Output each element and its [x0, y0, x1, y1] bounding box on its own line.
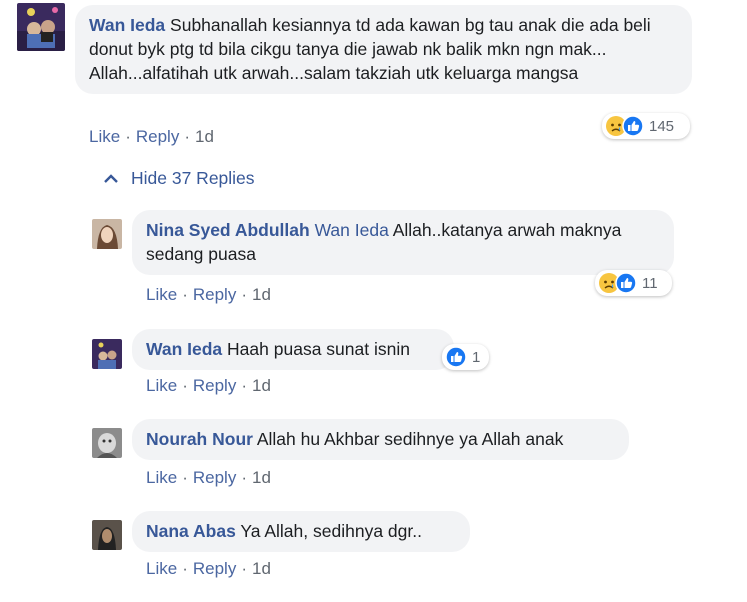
reaction-summary[interactable]: 1 [442, 344, 489, 370]
reply-text: Ya Allah, sedihnya dgr.. [240, 521, 422, 541]
reply-time[interactable]: 1d [252, 285, 271, 304]
like-link[interactable]: Like [89, 127, 120, 146]
reply-text: Haah puasa sunat isnin [227, 339, 410, 359]
comment-time[interactable]: 1d [195, 127, 214, 146]
reply-mention[interactable]: Wan Ieda [315, 220, 389, 240]
reply-actions: Like · Reply · 1d [146, 559, 271, 578]
reply-bubble: Wan Ieda Haah puasa sunat isnin [132, 329, 454, 370]
like-link[interactable]: Like [146, 559, 177, 578]
comment-text: Subhanallah kesiannya td ada kawan bg ta… [89, 15, 651, 83]
comment-bubble: Wan Ieda Subhanallah kesiannya td ada ka… [75, 5, 692, 94]
reply-author[interactable]: Nana Abas [146, 521, 236, 541]
avatar[interactable] [17, 3, 65, 51]
avatar[interactable] [92, 339, 122, 369]
hide-replies-label: Hide 37 Replies [131, 168, 255, 188]
reply-bubble: Nina Syed Abdullah Wan Ieda Allah..katan… [132, 210, 674, 275]
reply-bubble: Nourah Nour Allah hu Akhbar sedihnye ya … [132, 419, 629, 460]
avatar[interactable] [92, 428, 122, 458]
reaction-count: 145 [649, 117, 675, 135]
reply-time[interactable]: 1d [252, 376, 271, 395]
like-reaction-icon [445, 346, 467, 368]
avatar[interactable] [92, 520, 122, 550]
comment-actions: Like · Reply · 1d [89, 127, 214, 146]
reply-link[interactable]: Reply [193, 559, 236, 578]
reaction-count: 11 [642, 274, 658, 292]
reply-actions: Like · Reply · 1d [146, 285, 271, 304]
reaction-summary[interactable]: 11 [595, 270, 672, 296]
reply-link[interactable]: Reply [193, 468, 236, 487]
like-link[interactable]: Like [146, 285, 177, 304]
reply-author[interactable]: Nourah Nour [146, 429, 253, 449]
reply-time[interactable]: 1d [252, 559, 271, 578]
reply-text: Allah hu Akhbar sedihnye ya Allah anak [256, 429, 564, 449]
reply-link[interactable]: Reply [193, 285, 236, 304]
chevron-up-icon [104, 173, 118, 183]
comment-author[interactable]: Wan Ieda [89, 15, 165, 35]
like-link[interactable]: Like [146, 376, 177, 395]
reply-link[interactable]: Reply [136, 127, 179, 146]
avatar[interactable] [92, 219, 122, 249]
reply-author[interactable]: Wan Ieda [146, 339, 222, 359]
reaction-summary[interactable]: 145 [602, 113, 690, 139]
like-link[interactable]: Like [146, 468, 177, 487]
hide-replies-button[interactable]: Hide 37 Replies [103, 168, 255, 189]
like-reaction-icon [615, 272, 637, 294]
reply-actions: Like · Reply · 1d [146, 376, 271, 395]
reply-time[interactable]: 1d [252, 468, 271, 487]
reply-actions: Like · Reply · 1d [146, 468, 271, 487]
reply-bubble: Nana Abas Ya Allah, sedihnya dgr.. [132, 511, 470, 552]
reply-link[interactable]: Reply [193, 376, 236, 395]
reaction-count: 1 [472, 348, 481, 366]
reply-author[interactable]: Nina Syed Abdullah [146, 220, 310, 240]
like-reaction-icon [622, 115, 644, 137]
